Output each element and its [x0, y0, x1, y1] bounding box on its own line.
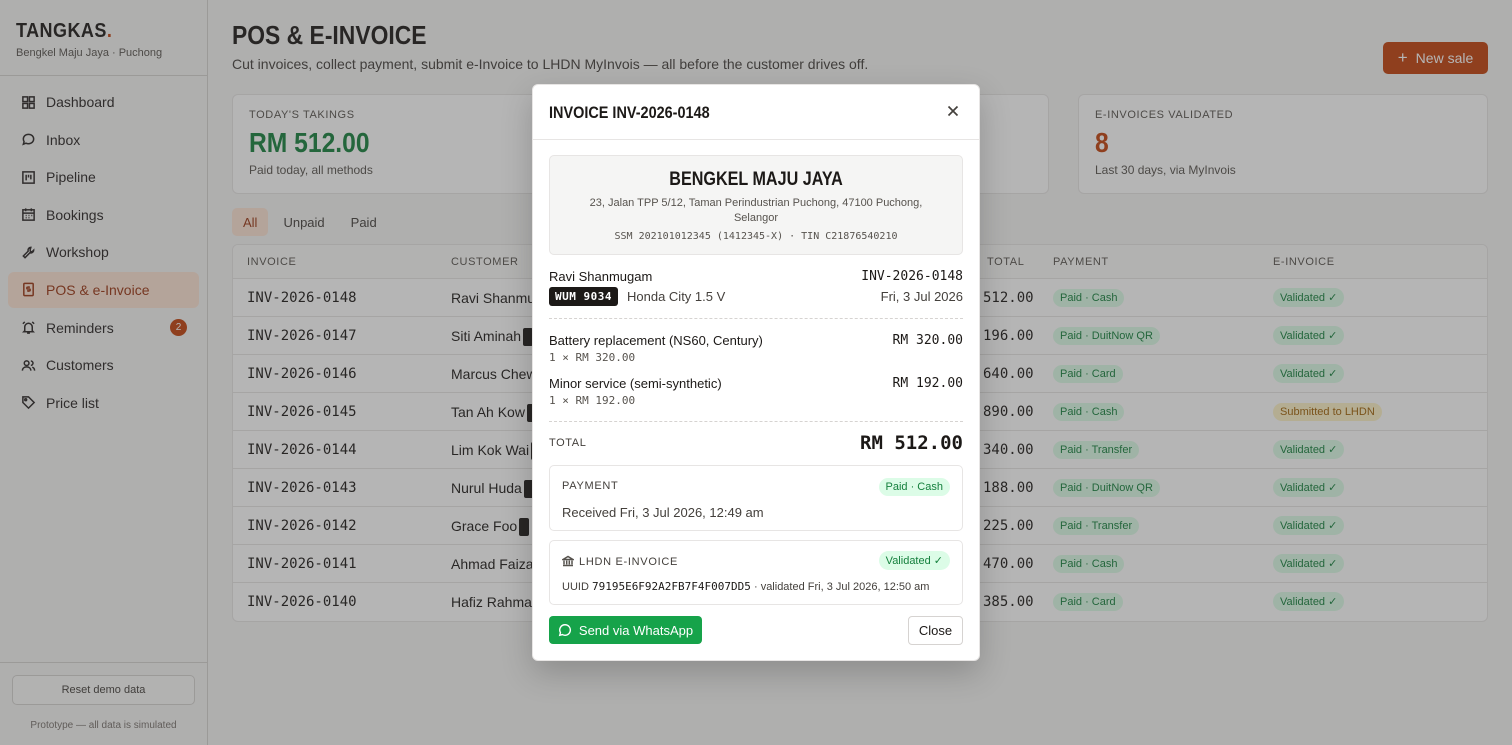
line-item-quantity: 1 × RM 320.00	[549, 351, 636, 364]
line-item-amount: RM 192.00	[892, 376, 963, 391]
business-registration: SSM 202101012345 (1412345-X) · TIN C2187…	[614, 231, 898, 242]
modal-title: INVOICE INV-2026-0148	[549, 103, 710, 122]
line-item-quantity: 1 × RM 192.00	[549, 394, 636, 407]
modal-header: INVOICE INV-2026-0148	[533, 85, 979, 140]
line-item-description: Battery replacement (NS60, Century)	[549, 333, 763, 348]
line-item: Minor service (semi-synthetic) 1 × RM 19…	[549, 376, 963, 412]
e-invoice-panel: LHDN E-INVOICE Validated ✓ UUID 79195E6F…	[549, 540, 963, 605]
payment-status-badge: Paid · Cash	[878, 478, 950, 496]
uuid-value: 79195E6F92A2FB7F4F007DD5	[591, 580, 751, 593]
payment-label: PAYMENT	[562, 480, 619, 492]
invoice-customer-info: Ravi Shanmugam INV-2026-0148 WUM 9034 Ho…	[549, 269, 963, 319]
line-item-amount: RM 320.00	[892, 333, 963, 348]
payment-received: Received Fri, 3 Jul 2026, 12:49 am	[562, 505, 764, 520]
invoice-modal: INVOICE INV-2026-0148 BENGKEL MAJU JAYA …	[532, 84, 980, 661]
validated-timestamp: · validated Fri, 3 Jul 2026, 12:50 am	[753, 581, 930, 593]
divider	[549, 318, 963, 319]
payment-panel: PAYMENT Paid · Cash Received Fri, 3 Jul …	[549, 465, 963, 531]
e-invoice-details: UUID 79195E6F92A2FB7F4F007DD5 · validate…	[562, 580, 929, 593]
line-item: Battery replacement (NS60, Century) 1 × …	[549, 333, 963, 369]
invoice-number: INV-2026-0148	[861, 269, 963, 284]
customer-name: Ravi Shanmugam	[549, 269, 653, 284]
business-name: BENGKEL MAJU JAYA	[669, 169, 843, 190]
business-header: BENGKEL MAJU JAYA 23, Jalan TPP 5/12, Ta…	[549, 155, 963, 255]
close-button[interactable]: Close	[908, 616, 963, 645]
e-invoice-label: LHDN E-INVOICE	[579, 556, 679, 568]
e-invoice-status-badge: Validated ✓	[878, 551, 950, 570]
send-whatsapp-label: Send via WhatsApp	[578, 622, 694, 638]
whatsapp-icon	[558, 624, 571, 637]
send-whatsapp-button[interactable]: Send via WhatsApp	[549, 616, 702, 644]
divider	[549, 421, 963, 422]
total-amount: RM 512.00	[860, 432, 963, 454]
bank-icon	[560, 555, 576, 570]
line-item-description: Minor service (semi-synthetic)	[549, 376, 722, 391]
uuid-label: UUID	[562, 581, 589, 593]
vehicle-model: Honda City 1.5 V	[627, 289, 726, 304]
close-icon[interactable]	[945, 103, 961, 119]
invoice-total-row: TOTAL RM 512.00	[549, 432, 963, 456]
total-label: TOTAL	[549, 437, 587, 449]
invoice-date: Fri, 3 Jul 2026	[880, 289, 963, 304]
plate-badge: WUM 9034	[549, 287, 618, 306]
business-address: 23, Jalan TPP 5/12, Taman Perindustrian …	[589, 197, 923, 224]
